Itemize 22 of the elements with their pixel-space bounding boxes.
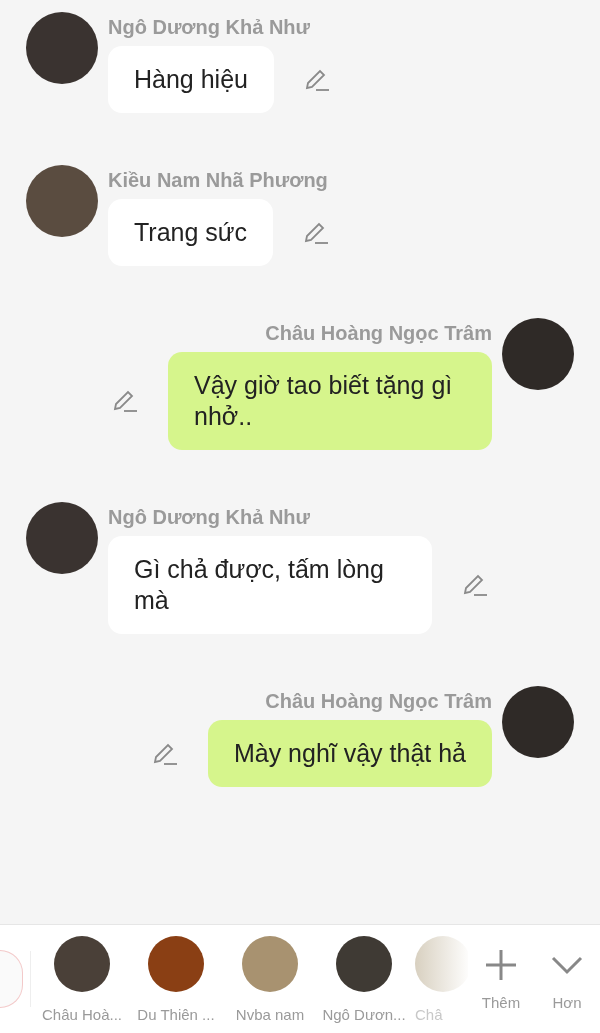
pencil-icon[interactable] — [303, 220, 330, 245]
sender-name: Châu Hoàng Ngọc Trâm — [265, 321, 492, 346]
pencil-icon[interactable] — [462, 573, 488, 597]
sender-name: Kiều Nam Nhã Phương — [108, 168, 328, 193]
message-bubble: Mày nghĩ vậy thật hả — [207, 720, 492, 787]
contact-name[interactable]: Du Thiên ... — [137, 1005, 215, 1023]
contact-name[interactable]: Ngô Dươn... — [322, 1005, 406, 1023]
pencil-icon[interactable] — [151, 741, 178, 766]
contact-name[interactable]: Nvba nam — [235, 1005, 305, 1023]
message-bubble: Gì chả được, tấm lòng mà — [108, 536, 432, 634]
more-button[interactable]: Hơn — [534, 947, 600, 1011]
sender-name: Châu Hoàng Ngọc Trâm — [265, 689, 492, 714]
pencil-icon[interactable] — [112, 389, 138, 413]
pencil-icon[interactable] — [304, 67, 330, 92]
message-bubble: Trang sức — [108, 199, 274, 266]
plus-icon — [484, 947, 518, 982]
contact-name[interactable]: Châu Hoà... — [41, 1005, 122, 1023]
add-button[interactable]: Thêm — [468, 947, 534, 1011]
message-bubble: Vậy giờ tao biết tặng gì nhở.. — [168, 352, 492, 450]
message-bubble: Hàng hiệu — [108, 46, 274, 113]
sender-name: Ngô Dương Khả Như — [108, 505, 311, 530]
sender-name: Ngô Dương Khả Như — [108, 15, 311, 40]
